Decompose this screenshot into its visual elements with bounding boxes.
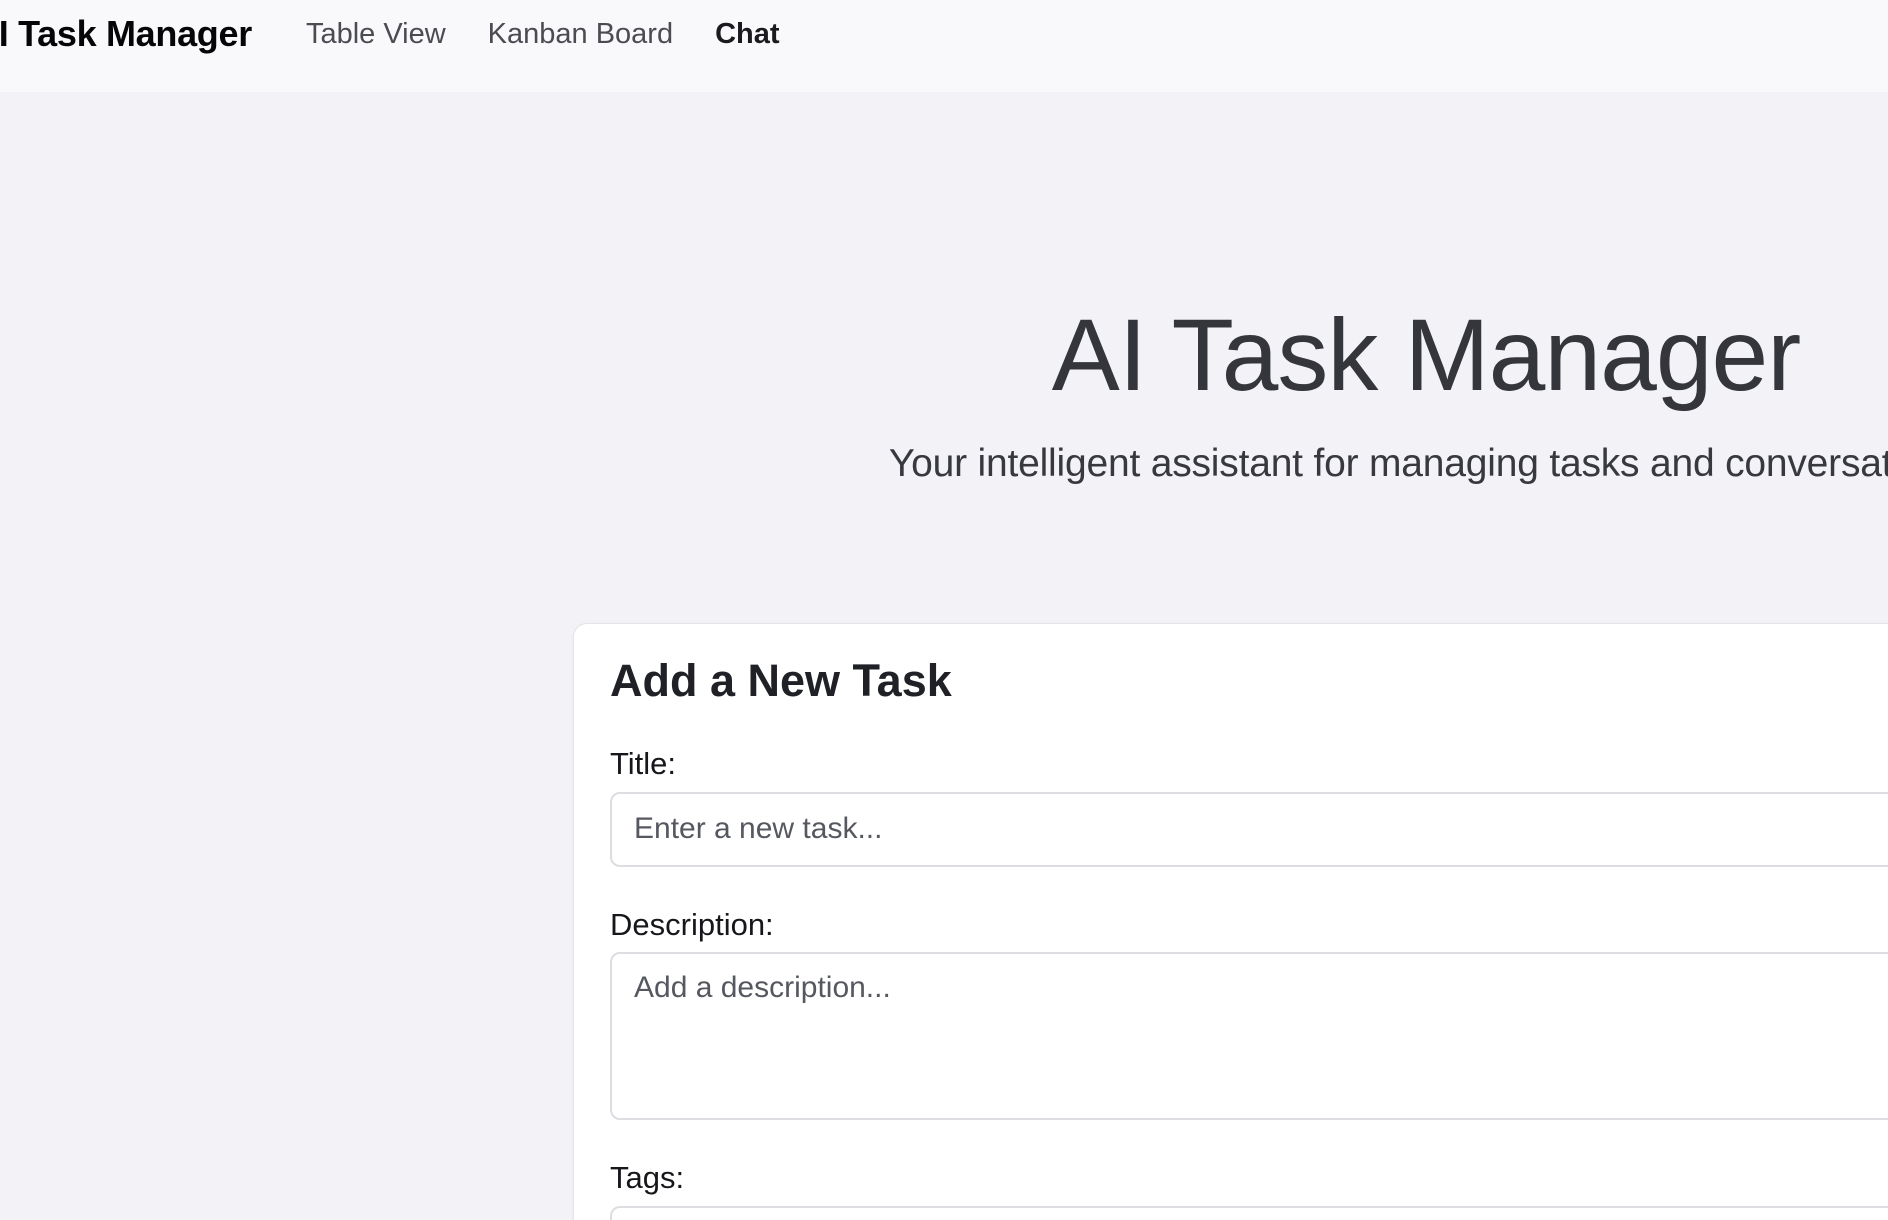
- page-subtitle: Your intelligent assistant for managing …: [0, 441, 1888, 488]
- hero-section: AI Task Manager Your intelligent assista…: [0, 0, 1888, 560]
- description-label: Description:: [610, 907, 1888, 943]
- tags-label: Tags:: [610, 1160, 1888, 1196]
- app-screen: AI Task Manager Table View Kanban Board …: [0, 0, 1888, 1220]
- add-task-card: Add a New Task Title: Description: Tags:: [573, 623, 1888, 1220]
- title-input[interactable]: [610, 792, 1888, 867]
- tags-input[interactable]: [610, 1206, 1888, 1220]
- add-task-heading: Add a New Task: [610, 654, 1888, 708]
- description-textarea[interactable]: [610, 952, 1888, 1120]
- page-title: AI Task Manager: [0, 294, 1888, 416]
- title-label: Title:: [610, 746, 1888, 782]
